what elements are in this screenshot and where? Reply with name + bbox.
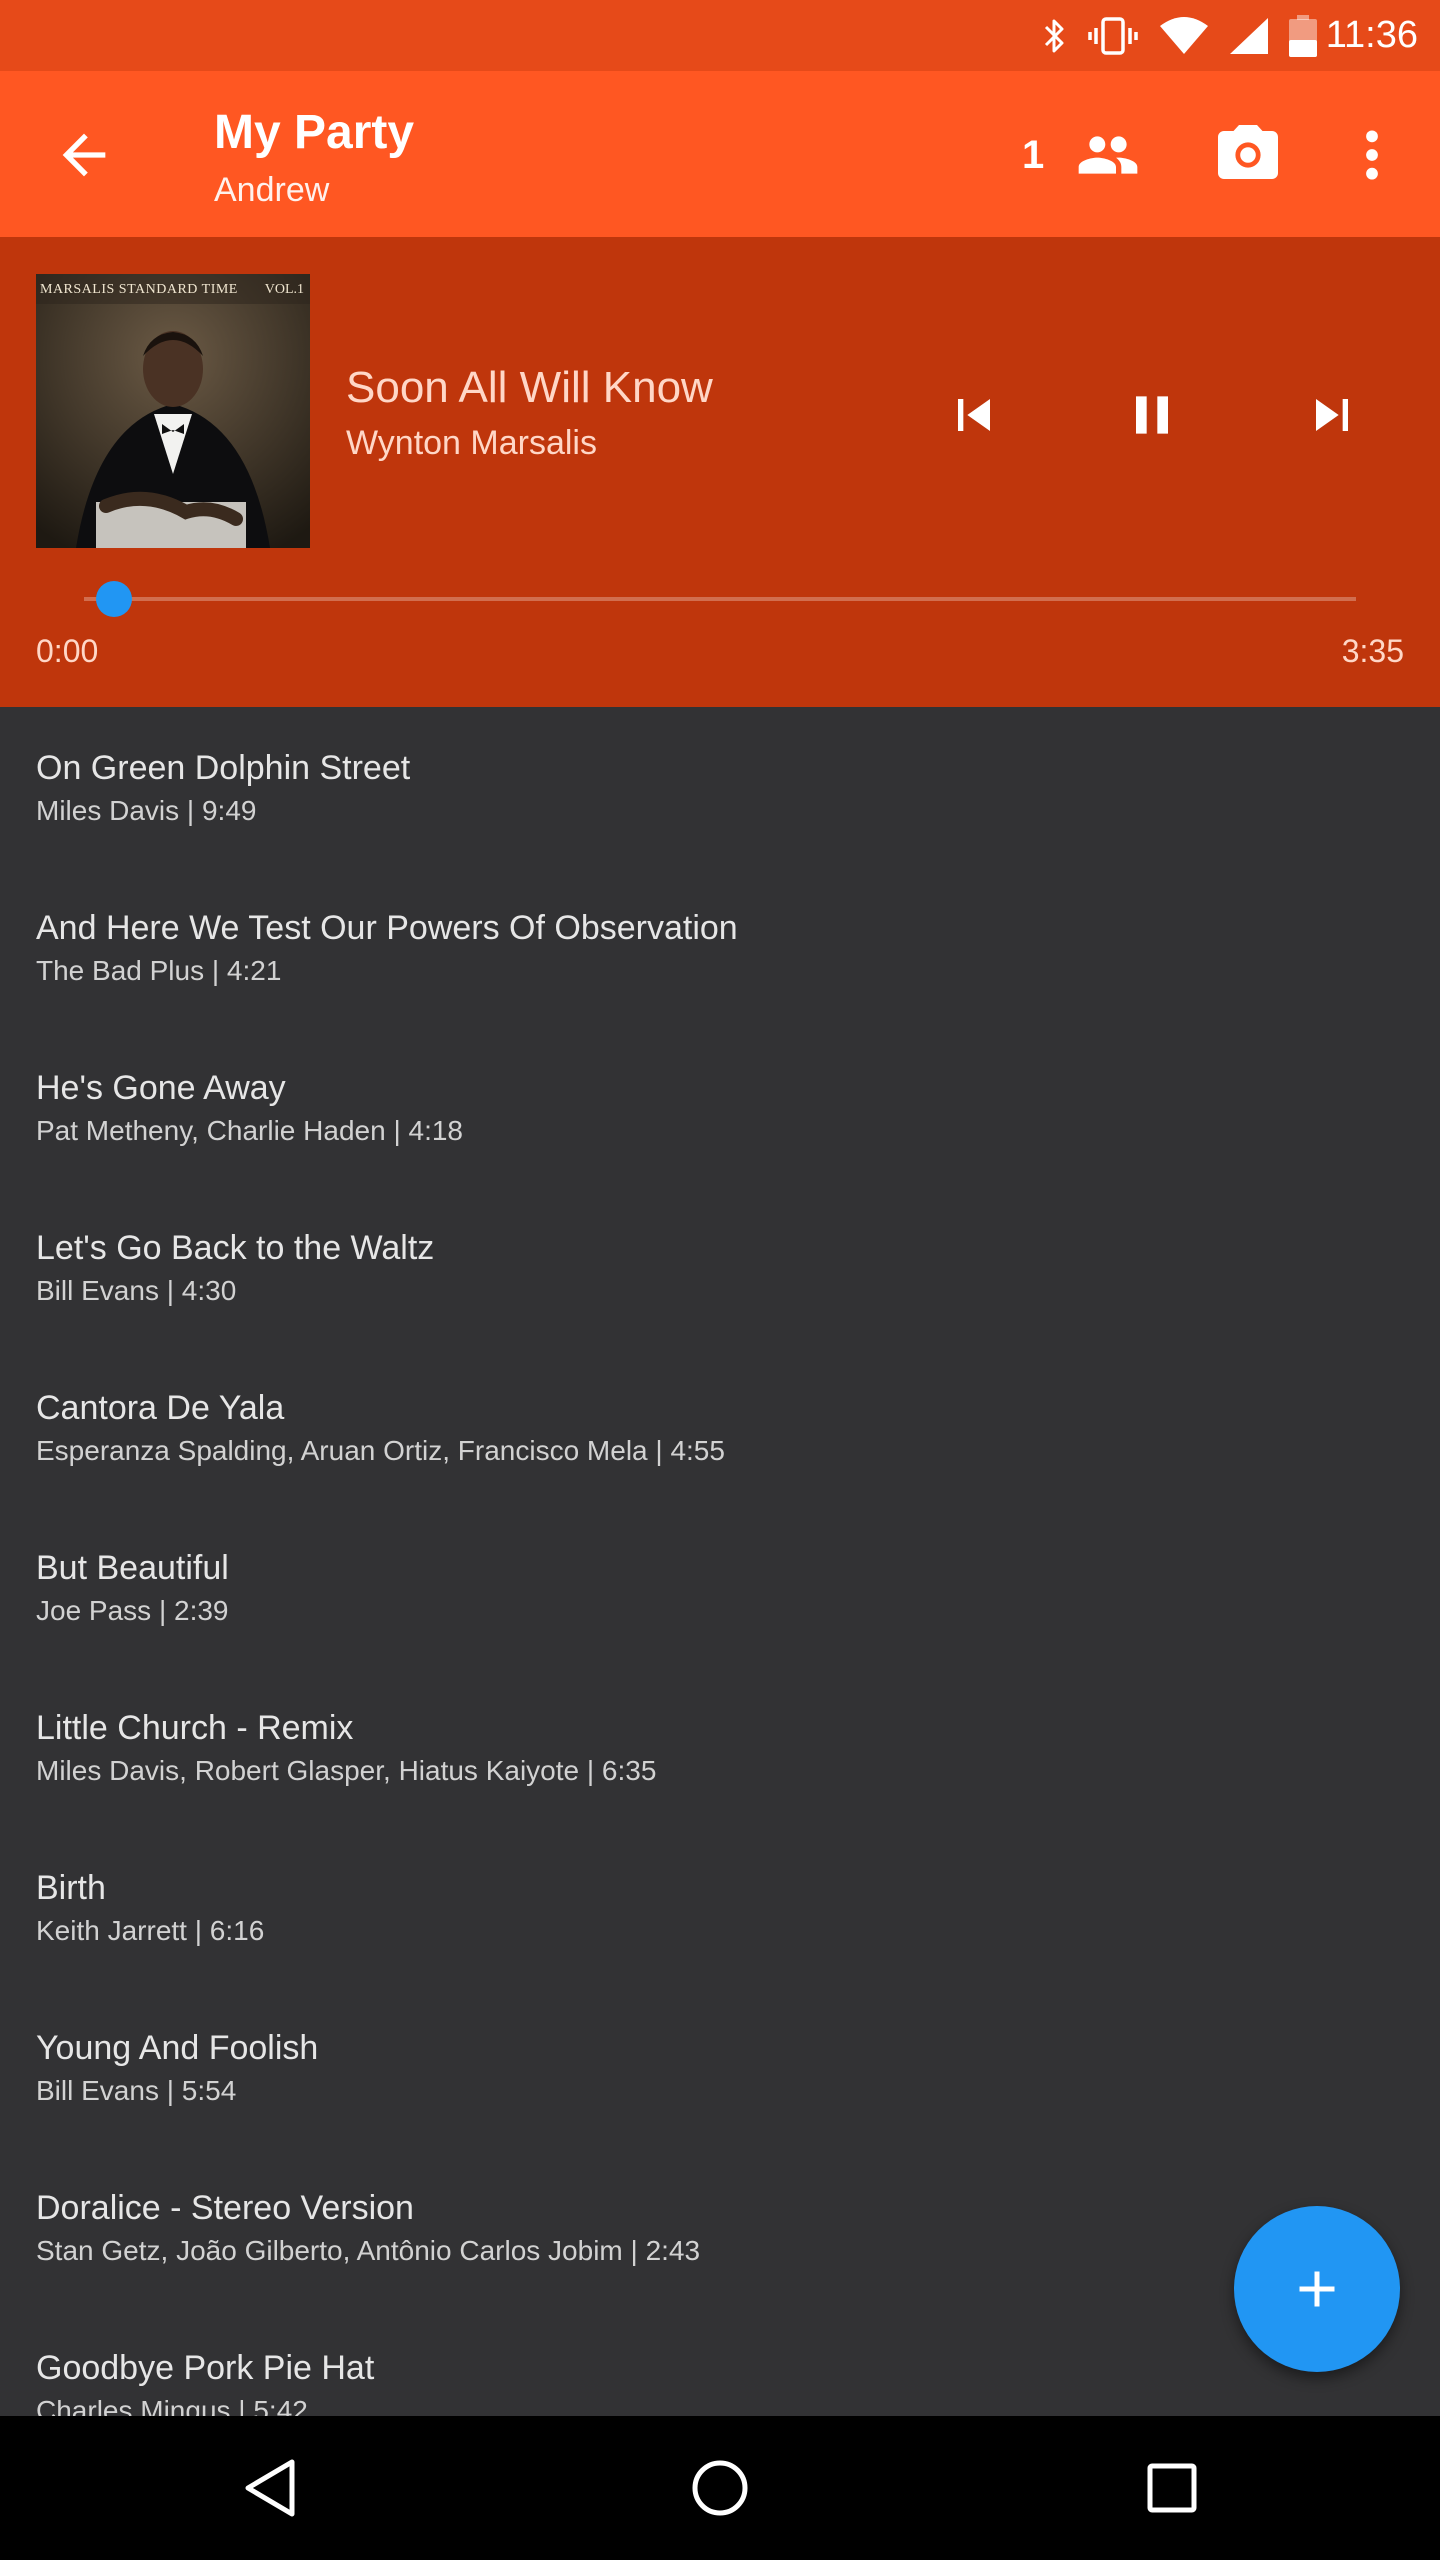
queue-item-title: But Beautiful <box>36 1549 229 1587</box>
party-title: My Party <box>214 106 415 159</box>
album-cover-volume: VOL.1 <box>264 282 304 297</box>
queue-item-title: Goodbye Pork Pie Hat <box>36 2349 375 2387</box>
more-vert-icon[interactable] <box>1352 123 1392 187</box>
nav-home-icon[interactable] <box>686 2454 754 2522</box>
seek-bar-thumb[interactable] <box>96 581 132 617</box>
queue-item[interactable]: Let's Go Back to the Waltz Bill Evans | … <box>0 1187 1440 1347</box>
add-icon <box>1299 2271 1335 2307</box>
queue-item-meta: Keith Jarrett | 6:16 <box>36 1915 265 1946</box>
queue-item-title: Let's Go Back to the Waltz <box>36 1229 435 1267</box>
queue-item-meta: Charles Mingus | 5:42 <box>36 2395 308 2416</box>
queue-item-meta: Bill Evans | 4:30 <box>36 1275 237 1306</box>
total-duration: 3:35 <box>1341 633 1404 669</box>
battery-icon <box>1289 15 1317 57</box>
queue-item[interactable]: Doralice - Stereo Version Stan Getz, Joã… <box>0 2147 1440 2307</box>
status-clock: 11:36 <box>1325 14 1418 56</box>
app-bar: My Party Andrew 1 <box>0 71 1440 237</box>
add-song-fab[interactable] <box>1234 2206 1400 2372</box>
queue-item-meta: Bill Evans | 5:54 <box>36 2075 237 2106</box>
system-nav-bar <box>0 2416 1440 2560</box>
queue-item-title: Birth <box>36 1869 106 1907</box>
queue-item-meta: Stan Getz, João Gilberto, Antônio Carlos… <box>36 2235 701 2266</box>
queue-item[interactable]: Young And Foolish Bill Evans | 5:54 <box>0 1987 1440 2147</box>
queue-item-title: He's Gone Away <box>36 1069 286 1107</box>
seek-bar-track[interactable] <box>84 597 1356 601</box>
nav-back-icon[interactable] <box>236 2454 304 2522</box>
queue-item-title: Young And Foolish <box>36 2029 319 2067</box>
pause-icon[interactable] <box>1120 383 1184 447</box>
elapsed-time: 0:00 <box>36 633 99 669</box>
queue-item-meta: The Bad Plus | 4:21 <box>36 955 282 986</box>
queue-item-meta: Joe Pass | 2:39 <box>36 1595 229 1626</box>
now-playing-artist: Wynton Marsalis <box>346 424 597 462</box>
vibrate-icon <box>1088 17 1138 55</box>
queue-item-meta: Miles Davis | 9:49 <box>36 795 257 826</box>
queue-item[interactable]: Goodbye Pork Pie Hat Charles Mingus | 5:… <box>0 2307 1440 2416</box>
skip-previous-icon[interactable] <box>942 383 1006 447</box>
album-art: MARSALIS STANDARD TIME VOL.1 <box>36 274 310 548</box>
queue-item[interactable]: Birth Keith Jarrett | 6:16 <box>0 1827 1440 1987</box>
guest-count[interactable]: 1 <box>1022 133 1044 178</box>
queue-item-title: Doralice - Stereo Version <box>36 2189 414 2227</box>
album-cover-text: MARSALIS STANDARD TIME <box>40 282 238 297</box>
queue-item-meta: Miles Davis, Robert Glasper, Hiatus Kaiy… <box>36 1755 657 1786</box>
wifi-icon <box>1160 17 1208 54</box>
queue-item[interactable]: But Beautiful Joe Pass | 2:39 <box>0 1507 1440 1667</box>
back-arrow-icon[interactable] <box>52 123 116 187</box>
queue-item[interactable]: Little Church - Remix Miles Davis, Rober… <box>0 1667 1440 1827</box>
host-name: Andrew <box>214 171 330 209</box>
queue-item[interactable]: He's Gone Away Pat Metheny, Charlie Hade… <box>0 1027 1440 1187</box>
now-playing-title: Soon All Will Know <box>346 363 713 412</box>
queue-item-title: On Green Dolphin Street <box>36 749 411 787</box>
queue-item-meta: Pat Metheny, Charlie Haden | 4:18 <box>36 1115 463 1146</box>
queue-item-meta: Esperanza Spalding, Aruan Ortiz, Francis… <box>36 1435 725 1466</box>
status-bar: 11:36 <box>0 0 1440 71</box>
nav-recents-icon[interactable] <box>1138 2454 1206 2522</box>
camera-icon[interactable] <box>1212 119 1284 191</box>
bluetooth-icon <box>1044 19 1064 53</box>
queue-item-title: Little Church - Remix <box>36 1709 354 1747</box>
cell-signal-icon <box>1230 18 1268 54</box>
queue-item-title: And Here We Test Our Powers Of Observati… <box>36 909 738 947</box>
queue-item[interactable]: Cantora De Yala Esperanza Spalding, Arua… <box>0 1347 1440 1507</box>
now-playing-panel: MARSALIS STANDARD TIME VOL.1 Soon All Wi… <box>0 237 1440 707</box>
skip-next-icon[interactable] <box>1300 383 1364 447</box>
queue-item[interactable]: And Here We Test Our Powers Of Observati… <box>0 867 1440 1027</box>
queue-item[interactable]: On Green Dolphin Street Miles Davis | 9:… <box>0 707 1440 867</box>
people-icon[interactable] <box>1070 123 1146 187</box>
queue-item-title: Cantora De Yala <box>36 1389 285 1427</box>
queue-list: On Green Dolphin Street Miles Davis | 9:… <box>0 707 1440 2416</box>
status-icons <box>1042 14 1318 58</box>
